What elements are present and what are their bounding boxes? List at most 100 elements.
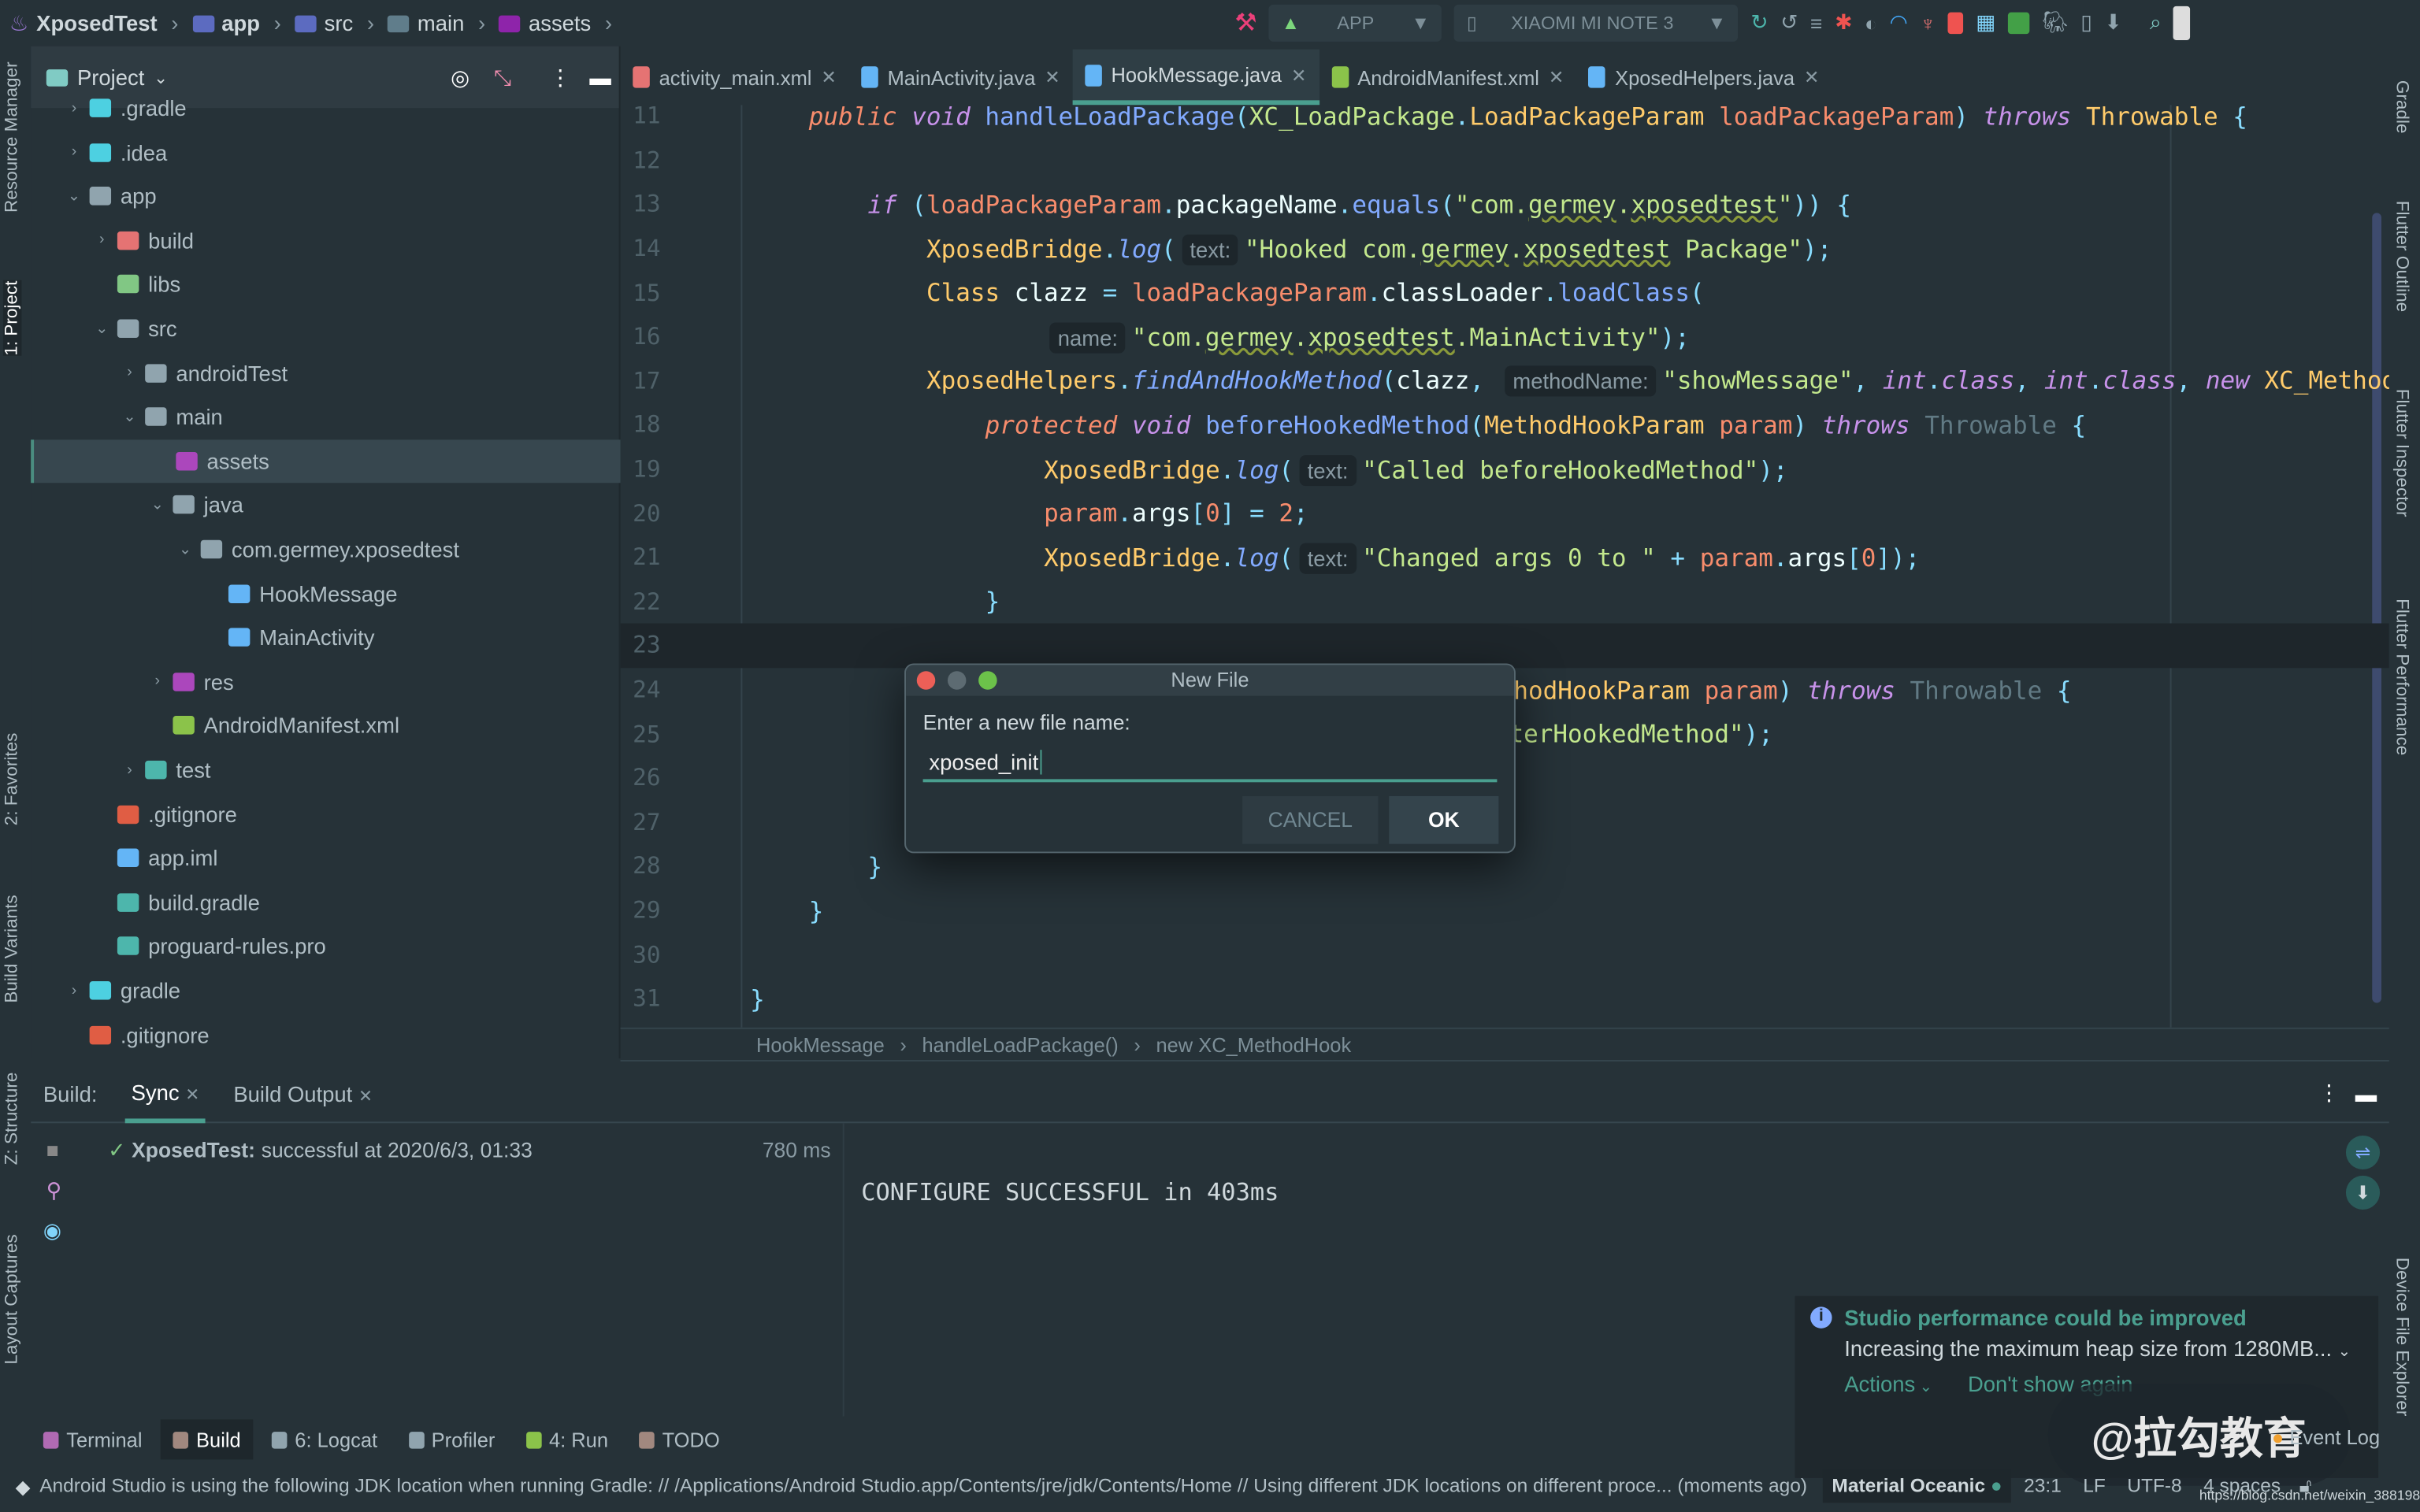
tool-build-variants[interactable]: Build Variants [3, 895, 22, 1002]
soft-wrap-icon[interactable]: ⇌ [2345, 1135, 2381, 1170]
chevron-right-icon[interactable]: › [93, 232, 112, 249]
code-line[interactable]: 23 [620, 623, 2389, 668]
code-line[interactable]: 11 public void handleLoadPackage(XC_LoadP… [621, 105, 2389, 138]
debug-icon[interactable]: ✱ [1835, 11, 1852, 35]
bottom-tab[interactable]: Profiler [396, 1419, 507, 1459]
close-tab-icon[interactable]: ✕ [1549, 66, 1564, 87]
actions-dropdown[interactable]: Actions ⌄ [1844, 1372, 1932, 1396]
avatar[interactable] [2173, 6, 2191, 40]
bottom-tab[interactable]: Build [160, 1419, 254, 1460]
code-line[interactable]: 21 XposedBridge.log(text: "Changed args 0 … [621, 536, 2389, 580]
close-tab-icon[interactable]: ✕ [1804, 66, 1820, 87]
code-line[interactable]: 29} [621, 888, 2389, 932]
chevron-right-icon[interactable]: › [148, 673, 167, 691]
theme-indicator[interactable]: Material Oceanic ● [1822, 1469, 2012, 1503]
tree-item[interactable]: ⌄ src [31, 307, 620, 350]
cancel-button[interactable]: CANCEL [1242, 795, 1379, 844]
apply-code-icon[interactable]: ≡ [1810, 12, 1822, 35]
code-line[interactable]: 22} [621, 580, 2389, 624]
tab-build-output[interactable]: Build Output ✕ [233, 1080, 373, 1105]
layout-icon[interactable]: ▦ [1976, 11, 1995, 35]
file-encoding[interactable]: UTF-8 [2127, 1475, 2181, 1496]
line-separator[interactable]: LF [2083, 1475, 2106, 1496]
tree-item[interactable]: › test [31, 748, 620, 791]
bottom-tab[interactable]: Terminal [31, 1419, 154, 1459]
close-window-button[interactable] [916, 671, 936, 690]
code-line[interactable]: 13 if (loadPackageParam.packageName.equal… [621, 183, 2389, 227]
chevron-down-icon[interactable]: ⌄ [121, 409, 139, 426]
stop-icon[interactable]: ■ [46, 1139, 59, 1162]
code-line[interactable]: 15 Class clazz = loadPackageParam.classLo… [621, 271, 2389, 315]
attach-debugger-icon[interactable]: ♆ [1920, 12, 1936, 35]
tree-item[interactable]: HookMessage [31, 572, 620, 615]
coverage-icon[interactable]: ◐ [1865, 12, 1877, 35]
notification-body[interactable]: Increasing the maximum heap size from 12… [1844, 1336, 2351, 1361]
refresh-icon[interactable]: ↻ [1750, 11, 1768, 35]
search-icon[interactable]: ⌕ [2150, 11, 2162, 35]
profile-icon[interactable]: ◠ [1890, 11, 1908, 35]
editor-tab[interactable]: XposedHelpers.java ✕ [1576, 50, 1832, 106]
minimize-icon[interactable]: ▬ [2355, 1080, 2377, 1105]
chevron-right-icon[interactable]: › [121, 762, 139, 779]
tab-sync[interactable]: Sync ✕ [124, 1064, 206, 1123]
zoom-window-button[interactable] [978, 671, 997, 690]
tree-item[interactable]: MainActivity [31, 616, 620, 659]
breadcrumb-app[interactable]: app [221, 11, 260, 35]
chevron-down-icon[interactable]: ⌄ [65, 187, 84, 205]
tool-flutter-performance[interactable]: Flutter Performance [2392, 598, 2411, 755]
ok-button[interactable]: OK [1389, 795, 1499, 844]
breadcrumb-src[interactable]: src [325, 11, 354, 35]
chevron-right-icon[interactable]: › [65, 99, 84, 117]
tool-flutter-outline[interactable]: Flutter Outline [2392, 201, 2411, 313]
tree-item[interactable]: › androidTest [31, 351, 620, 395]
sdk-manager-icon[interactable]: ⬇ [2104, 11, 2121, 35]
breadcrumb-assets[interactable]: assets [529, 11, 591, 35]
tree-item[interactable]: › .idea [31, 131, 620, 174]
tree-item[interactable]: app.iml [31, 836, 620, 880]
more-options-icon[interactable]: ⋮ [2318, 1080, 2340, 1106]
sync-result-row[interactable]: ✓ XposedTest: successful at 2020/6/3, 01:… [108, 1139, 533, 1163]
eye-icon[interactable]: ◉ [43, 1219, 61, 1243]
terminal-icon[interactable] [2007, 12, 2030, 35]
close-tab-icon[interactable]: ✕ [1045, 66, 1060, 87]
crumb-method[interactable]: handleLoadPackage() [922, 1033, 1119, 1056]
tool-flutter-inspector[interactable]: Flutter Inspector [2392, 389, 2411, 517]
editor-tab[interactable]: activity_main.xml ✕ [621, 50, 849, 106]
tool-structure[interactable]: Z: Structure [3, 1073, 22, 1166]
tree-item[interactable]: › build [31, 219, 620, 262]
tree-item[interactable]: ⌄ java [31, 484, 620, 527]
tree-item[interactable]: build.gradle [31, 880, 620, 924]
device-dropdown[interactable]: ▯ XIAOMI MI NOTE 3 ▼ [1454, 4, 1739, 42]
file-name-input[interactable]: xposed_init [922, 745, 1498, 783]
cursor-position[interactable]: 23:1 [2024, 1475, 2062, 1496]
editor-tab[interactable]: HookMessage.java ✕ [1072, 49, 1319, 106]
tool-layout-captures[interactable]: Layout Captures [3, 1234, 22, 1364]
tree-item[interactable]: ⌄ com.germey.xposedtest [31, 528, 620, 571]
avd-manager-icon[interactable]: ▯ [2080, 11, 2092, 35]
gradle-sync-icon[interactable]: 🐘︎ [2042, 11, 2069, 35]
apply-changes-icon[interactable]: ↺ [1780, 11, 1798, 35]
tool-project[interactable]: 1: Project [2, 280, 22, 356]
code-line[interactable]: 31} [621, 976, 2389, 1021]
event-log-button[interactable]: ● Event Log [2272, 1425, 2380, 1448]
tree-item[interactable]: › .gradle [31, 87, 620, 130]
code-line[interactable]: 18 protected void beforeHookedMethod(Meth… [621, 403, 2389, 447]
tree-item[interactable]: assets [31, 439, 621, 483]
code-line[interactable]: 14 XposedBridge.log(text: "Hooked com.germ… [621, 227, 2389, 271]
hammer-icon[interactable]: ⚒ [1234, 8, 1256, 39]
code-line[interactable]: 30 [621, 932, 2389, 976]
chevron-down-icon[interactable]: ⌄ [176, 541, 195, 558]
editor-tab[interactable]: AndroidManifest.xml ✕ [1319, 50, 1576, 106]
tree-item[interactable]: ⌄ app [31, 175, 620, 218]
chevron-down-icon[interactable]: ⌄ [93, 321, 112, 338]
tree-item[interactable]: AndroidManifest.xml [31, 704, 620, 747]
stop-icon[interactable] [1947, 12, 1964, 35]
editor-tab[interactable]: MainActivity.java ✕ [849, 50, 1073, 106]
tool-resource-manager[interactable]: Resource Manager [3, 61, 22, 213]
tree-item[interactable]: .gitignore [31, 1013, 620, 1056]
breadcrumb-project[interactable]: XposedTest [36, 11, 157, 35]
breadcrumb-main[interactable]: main [418, 11, 464, 35]
code-editor[interactable]: 11 public void handleLoadPackage(XC_LoadP… [620, 105, 2389, 1028]
chevron-right-icon[interactable]: › [65, 143, 84, 161]
chevron-right-icon[interactable]: › [65, 982, 84, 999]
